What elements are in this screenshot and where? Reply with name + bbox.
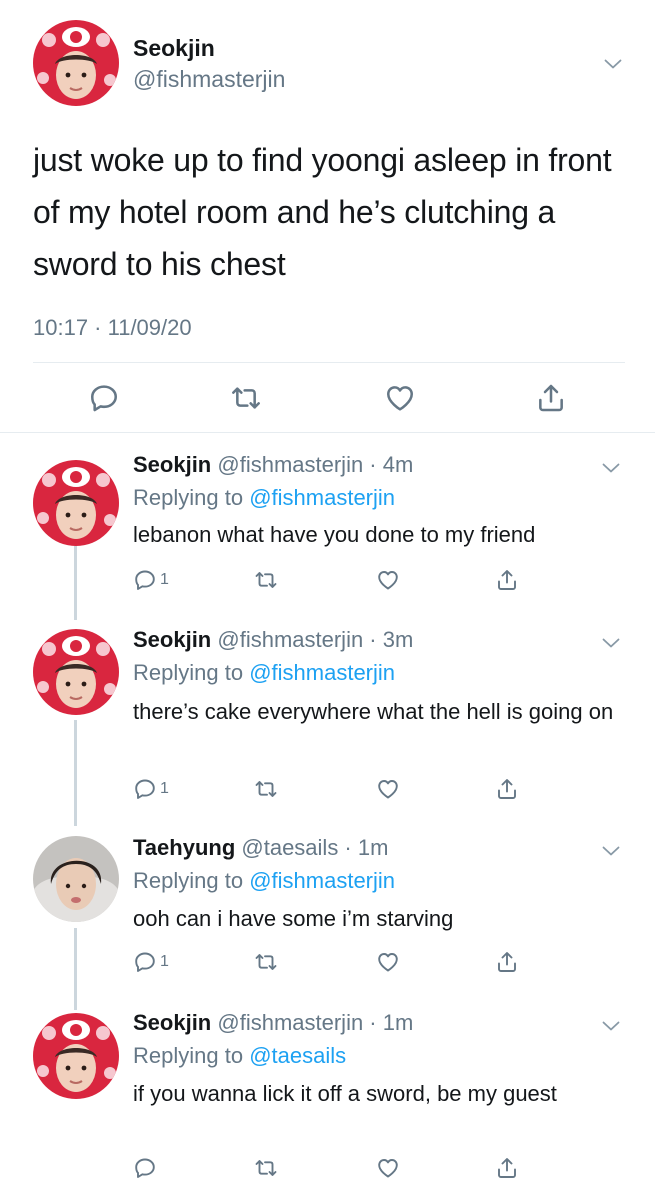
reply-actions: 1 bbox=[0, 564, 655, 596]
main-tweet: Seokjin @fishmasterjin just woke up to f… bbox=[0, 0, 655, 433]
author-name[interactable]: Seokjin bbox=[133, 452, 211, 477]
reply-actions: 1 bbox=[0, 773, 655, 805]
avatar[interactable] bbox=[33, 629, 119, 715]
replying-to-link[interactable]: @fishmasterjin bbox=[249, 868, 395, 893]
avatar[interactable] bbox=[33, 20, 119, 106]
author-handle-time: @taesails · 1m bbox=[241, 835, 389, 860]
avatar[interactable] bbox=[33, 836, 119, 922]
like-icon[interactable] bbox=[376, 568, 400, 592]
avatar[interactable] bbox=[33, 1013, 119, 1099]
replying-to-link[interactable]: @taesails bbox=[249, 1043, 346, 1068]
reply-icon[interactable]: 1 bbox=[133, 568, 169, 592]
avatar[interactable] bbox=[33, 460, 119, 546]
author-name[interactable]: Seokjin bbox=[133, 35, 215, 62]
retweet-icon[interactable] bbox=[254, 568, 278, 592]
reply-tweet[interactable]: Taehyung @taesails · 1m Replying to @fis… bbox=[0, 818, 655, 1004]
tweet-text: just woke up to find yoongi asleep in fr… bbox=[33, 142, 612, 282]
author-handle-time: @fishmasterjin · 4m bbox=[217, 452, 414, 477]
replying-prefix: Replying to bbox=[133, 868, 244, 893]
share-icon[interactable] bbox=[495, 777, 519, 801]
replying-prefix: Replying to bbox=[133, 1043, 244, 1068]
tweet-actions bbox=[0, 378, 655, 418]
retweet-icon[interactable] bbox=[254, 1156, 278, 1180]
reply-count: 1 bbox=[160, 571, 169, 588]
author-handle-time: @fishmasterjin · 3m bbox=[217, 627, 414, 652]
chevron-down-icon[interactable] bbox=[602, 843, 620, 853]
replying-to-link[interactable]: @fishmasterjin bbox=[249, 485, 395, 510]
share-icon[interactable] bbox=[495, 1156, 519, 1180]
chevron-down-icon[interactable] bbox=[602, 635, 620, 645]
like-icon[interactable] bbox=[384, 382, 416, 414]
reply-count: 1 bbox=[160, 780, 169, 797]
reply-tweet[interactable]: Seokjin @fishmasterjin · 4m Replying to … bbox=[0, 434, 655, 612]
reply-icon[interactable]: 1 bbox=[133, 777, 169, 801]
author-handle[interactable]: @fishmasterjin bbox=[133, 66, 285, 93]
reply-text: if you wanna lick it off a sword, be my … bbox=[133, 1081, 557, 1106]
share-icon[interactable] bbox=[495, 568, 519, 592]
chevron-down-icon[interactable] bbox=[602, 1018, 620, 1028]
reply-actions: 1 bbox=[0, 946, 655, 978]
reply-tweet[interactable]: Seokjin @fishmasterjin · 1m Replying to … bbox=[0, 993, 655, 1200]
chevron-down-icon[interactable] bbox=[604, 56, 622, 66]
reply-tweet[interactable]: Seokjin @fishmasterjin · 3m Replying to … bbox=[0, 609, 655, 821]
like-icon[interactable] bbox=[376, 777, 400, 801]
reply-icon[interactable] bbox=[88, 382, 120, 414]
reply-icon[interactable] bbox=[133, 1156, 160, 1180]
retweet-icon[interactable] bbox=[254, 950, 278, 974]
author-name[interactable]: Seokjin bbox=[133, 1010, 211, 1035]
retweet-icon[interactable] bbox=[254, 777, 278, 801]
reply-icon[interactable]: 1 bbox=[133, 950, 169, 974]
reply-text: ooh can i have some i’m starving bbox=[133, 906, 454, 931]
author-handle-time: @fishmasterjin · 1m bbox=[217, 1010, 414, 1035]
replying-prefix: Replying to bbox=[133, 660, 244, 685]
author-name[interactable]: Seokjin bbox=[133, 627, 211, 652]
reply-text: there’s cake everywhere what the hell is… bbox=[133, 699, 614, 724]
reply-actions bbox=[0, 1152, 655, 1184]
replying-to-link[interactable]: @fishmasterjin bbox=[249, 660, 395, 685]
author-name[interactable]: Taehyung bbox=[133, 835, 235, 860]
share-icon[interactable] bbox=[495, 950, 519, 974]
retweet-icon[interactable] bbox=[230, 382, 262, 414]
like-icon[interactable] bbox=[376, 950, 400, 974]
reply-text: lebanon what have you done to my friend bbox=[133, 522, 536, 547]
divider bbox=[33, 362, 625, 363]
share-icon[interactable] bbox=[535, 382, 567, 414]
replying-prefix: Replying to bbox=[133, 485, 244, 510]
like-icon[interactable] bbox=[376, 1156, 400, 1180]
chevron-down-icon[interactable] bbox=[602, 460, 620, 470]
tweet-timestamp[interactable]: 10:17 · 11/09/20 bbox=[33, 315, 192, 341]
reply-count: 1 bbox=[160, 953, 169, 970]
